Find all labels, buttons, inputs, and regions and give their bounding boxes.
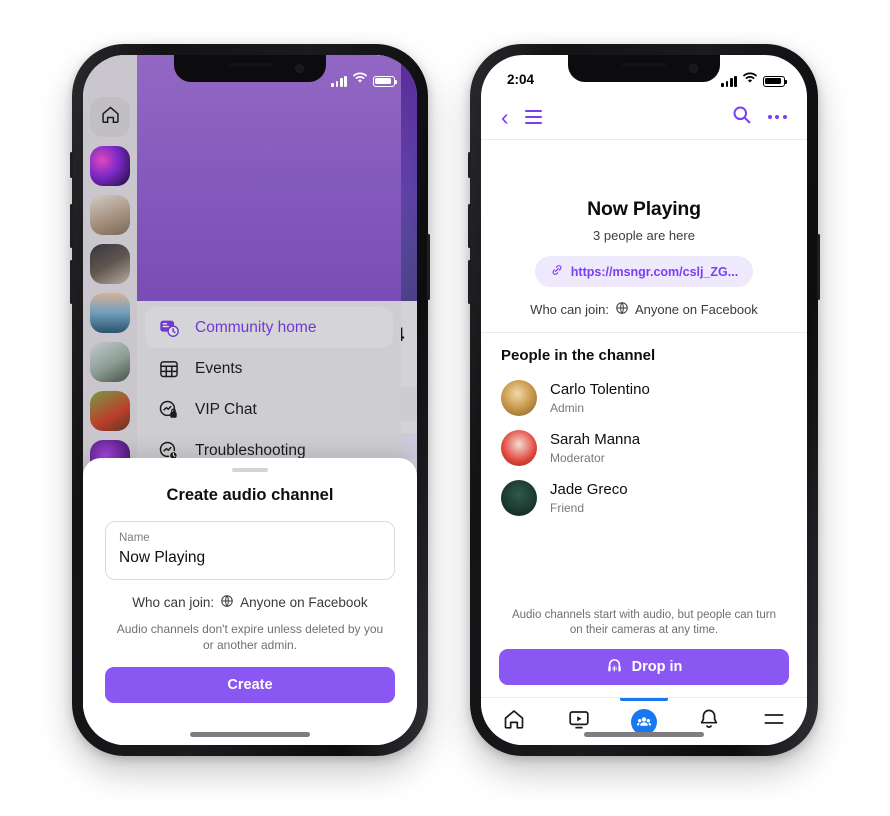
cellular-bars-icon — [331, 75, 347, 87]
name-input-field[interactable]: Name Now Playing — [105, 521, 395, 580]
left-phone-device: 24 F — [70, 44, 430, 756]
globe-icon — [220, 594, 234, 611]
sheet-disclaimer: Audio channels don't expire unless delet… — [116, 622, 384, 652]
volume-up-button[interactable] — [468, 204, 471, 248]
person-role: Admin — [550, 401, 585, 415]
channel-body: Now Playing 3 people are here https://ms… — [481, 140, 807, 745]
mute-switch[interactable] — [70, 152, 73, 178]
screenshot-canvas: 24 F — [0, 0, 890, 816]
person-name: Sarah Manna — [550, 431, 641, 448]
search-icon[interactable] — [731, 104, 752, 130]
cellular-bars-icon — [721, 75, 737, 87]
back-chevron-icon[interactable]: ‹ — [501, 105, 509, 129]
avatar — [501, 480, 537, 516]
more-dots-icon[interactable] — [767, 114, 787, 120]
device-notch — [568, 55, 720, 82]
right-phone-screen: ‹ Now Playing 3 people are here https://… — [481, 55, 807, 745]
who-can-join-label: Who can join: — [530, 302, 609, 317]
battery-icon — [763, 75, 788, 87]
create-audio-channel-sheet: Create audio channel Name Now Playing Wh… — [83, 458, 417, 745]
status-icons — [331, 72, 398, 87]
device-notch — [174, 55, 326, 82]
person-name: Carlo Tolentino — [550, 381, 650, 398]
tab-groups[interactable] — [619, 698, 669, 746]
person-role: Moderator — [550, 451, 605, 465]
tab-menu[interactable] — [749, 698, 799, 746]
volume-up-button[interactable] — [70, 204, 73, 248]
earpiece-speaker — [622, 63, 666, 67]
drop-in-button[interactable]: Drop in — [499, 649, 789, 685]
people-section: People in the channel Carlo Tolentino Ad… — [481, 333, 807, 524]
who-can-join-value: Anyone on Facebook — [634, 302, 758, 317]
channel-footer: Audio channels start with audio, but peo… — [481, 608, 807, 745]
hamburger-icon — [762, 707, 786, 736]
app-navbar: ‹ — [481, 95, 807, 139]
volume-down-button[interactable] — [70, 260, 73, 304]
name-field-label: Name — [119, 532, 150, 544]
front-camera — [295, 64, 304, 73]
hamburger-icon[interactable] — [524, 109, 542, 125]
groups-icon — [630, 708, 657, 735]
list-item[interactable]: Jade Greco Friend — [501, 474, 787, 524]
left-phone-screen: 24 F — [83, 55, 417, 745]
create-button[interactable]: Create — [105, 667, 395, 703]
front-camera — [689, 64, 698, 73]
avatar — [501, 430, 537, 466]
footer-note: Audio channels start with audio, but peo… — [511, 609, 777, 636]
right-phone-device: ‹ Now Playing 3 people are here https://… — [468, 44, 820, 756]
status-icons — [721, 72, 788, 87]
home-icon — [502, 707, 526, 736]
channel-people-count: 3 people are here — [593, 228, 695, 243]
list-item[interactable]: Carlo Tolentino Admin — [501, 374, 787, 424]
headphones-icon — [606, 657, 623, 678]
person-name: Jade Greco — [550, 481, 628, 498]
who-can-join-label: Who can join: — [132, 595, 215, 610]
who-can-join-value: Anyone on Facebook — [240, 595, 368, 610]
drop-in-label: Drop in — [631, 659, 683, 675]
battery-icon — [373, 75, 398, 87]
wifi-icon — [742, 72, 758, 87]
tab-home[interactable] — [489, 698, 539, 746]
bottom-tab-bar — [481, 697, 807, 745]
home-indicator[interactable] — [584, 732, 704, 737]
tab-notifications[interactable] — [684, 698, 734, 746]
channel-link-pill[interactable]: https://msngr.com/cslj_ZG... — [534, 256, 754, 287]
channel-title: Now Playing — [587, 198, 701, 220]
people-section-heading: People in the channel — [501, 347, 656, 364]
list-item[interactable]: Sarah Manna Moderator — [501, 424, 787, 474]
name-field-value[interactable]: Now Playing — [119, 547, 381, 568]
wifi-icon — [352, 72, 368, 87]
home-indicator[interactable] — [190, 732, 310, 737]
globe-icon — [615, 301, 629, 318]
who-can-join-row[interactable]: Who can join: Anyone on Facebook — [501, 301, 787, 318]
who-can-join-row[interactable]: Who can join: Anyone on Facebook — [105, 594, 395, 611]
mute-switch[interactable] — [468, 152, 471, 178]
channel-link-text: https://msngr.com/cslj_ZG... — [570, 264, 739, 279]
power-button[interactable] — [427, 234, 430, 300]
person-role: Friend — [550, 501, 585, 515]
link-chain-icon — [550, 263, 564, 280]
sheet-title: Create audio channel — [166, 486, 334, 504]
tab-watch[interactable] — [554, 698, 604, 746]
power-button[interactable] — [817, 234, 820, 300]
earpiece-speaker — [228, 63, 272, 67]
avatar — [501, 380, 537, 416]
volume-down-button[interactable] — [468, 260, 471, 304]
status-time: 2:04 — [507, 71, 535, 87]
sheet-drag-handle[interactable] — [232, 468, 268, 472]
channel-hero: Now Playing 3 people are here https://ms… — [481, 140, 807, 318]
